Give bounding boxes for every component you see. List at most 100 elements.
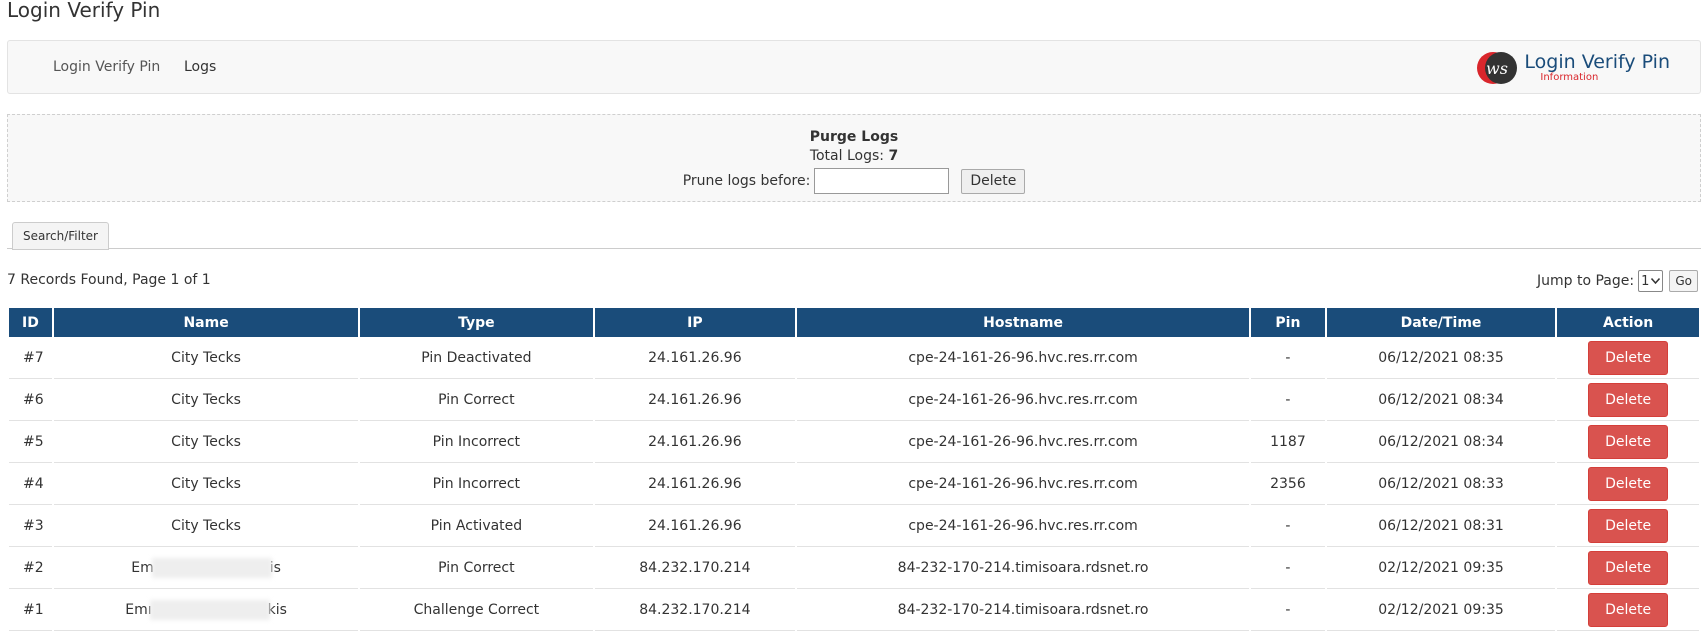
- column-header-datetime[interactable]: Date/Time: [1326, 308, 1556, 337]
- nav-item-logs[interactable]: Logs: [184, 59, 216, 75]
- table-row: #7 City Tecks Pin Deactivated 24.161.26.…: [9, 337, 1699, 379]
- cell-name: Em is: [53, 547, 359, 589]
- name-start: Emı: [125, 601, 152, 618]
- cell-name: City Tecks: [53, 337, 359, 379]
- cell-hostname: cpe-24-161-26-96.hvc.res.rr.com: [797, 337, 1249, 379]
- cell-ip: 24.161.26.96: [594, 505, 796, 547]
- cell-id: #5: [9, 421, 52, 463]
- column-header-ip[interactable]: IP: [594, 308, 796, 337]
- purge-logs-title: Purge Logs: [809, 129, 899, 145]
- delete-log-button[interactable]: Delete: [1588, 340, 1669, 375]
- cell-datetime: 02/12/2021 09:35: [1326, 589, 1556, 631]
- cell-action: Delete: [1557, 547, 1699, 589]
- cell-pin: -: [1251, 547, 1325, 589]
- cell-type: Pin Incorrect: [360, 463, 593, 505]
- total-logs: Total Logs: 7: [8, 146, 1700, 166]
- cell-pin: -: [1251, 589, 1325, 631]
- cell-id: #7: [9, 337, 52, 379]
- cell-hostname: 84-232-170-214.timisoara.rdsnet.ro: [797, 547, 1249, 589]
- delete-log-button[interactable]: Delete: [1588, 382, 1669, 417]
- redacted-name-blur: [149, 599, 270, 620]
- page-select-value: 1: [1641, 273, 1650, 289]
- delete-log-button[interactable]: Delete: [1588, 424, 1669, 459]
- column-header-id[interactable]: ID: [9, 308, 52, 337]
- cell-ip: 84.232.170.214: [594, 589, 796, 631]
- brand-logo-icon: ws: [1476, 47, 1518, 89]
- delete-log-button[interactable]: Delete: [1588, 592, 1669, 627]
- cell-id: #2: [9, 547, 52, 589]
- cell-type: Pin Incorrect: [360, 421, 593, 463]
- cell-datetime: 06/12/2021 08:33: [1326, 463, 1556, 505]
- cell-pin: 1187: [1251, 421, 1325, 463]
- cell-id: #1: [9, 589, 52, 631]
- cell-action: Delete: [1557, 337, 1699, 379]
- cell-action: Delete: [1557, 463, 1699, 505]
- cell-name: City Tecks: [53, 379, 359, 421]
- prune-label: Prune logs before:: [682, 173, 811, 189]
- cell-type: Pin Correct: [360, 547, 593, 589]
- tab-search-filter[interactable]: Search/Filter: [12, 222, 109, 250]
- cell-name: City Tecks: [53, 421, 359, 463]
- jump-to-page: Jump to Page: 1 Go: [1537, 270, 1698, 292]
- column-header-hostname[interactable]: Hostname: [797, 308, 1249, 337]
- total-logs-label: Total Logs:: [809, 148, 884, 164]
- cell-datetime: 02/12/2021 09:35: [1326, 547, 1556, 589]
- cell-datetime: 06/12/2021 08:34: [1326, 379, 1556, 421]
- brand-logo-text: ws: [1486, 59, 1508, 78]
- prune-date-input[interactable]: [814, 168, 950, 194]
- cell-action: Delete: [1557, 505, 1699, 547]
- cell-hostname: cpe-24-161-26-96.hvc.res.rr.com: [797, 505, 1249, 547]
- column-header-pin[interactable]: Pin: [1251, 308, 1325, 337]
- cell-id: #4: [9, 463, 52, 505]
- column-header-name[interactable]: Name: [53, 308, 359, 337]
- cell-id: #3: [9, 505, 52, 547]
- page-select[interactable]: 1: [1638, 270, 1664, 292]
- cell-type: Pin Correct: [360, 379, 593, 421]
- table-header-row: ID Name Type IP Hostname Pin Date/Time A…: [9, 308, 1699, 337]
- cell-datetime: 06/12/2021 08:35: [1326, 337, 1556, 379]
- nav-item-login-verify-pin[interactable]: Login Verify Pin: [53, 59, 160, 75]
- cell-pin: 2356: [1251, 463, 1325, 505]
- cell-type: Challenge Correct: [360, 589, 593, 631]
- redacted-name-blur: [151, 557, 272, 578]
- records-summary: 7 Records Found, Page 1 of 1: [7, 272, 211, 288]
- delete-log-button[interactable]: Delete: [1588, 550, 1669, 585]
- column-header-type[interactable]: Type: [360, 308, 593, 337]
- cell-ip: 24.161.26.96: [594, 421, 796, 463]
- tab-bar: Search/Filter: [7, 222, 1701, 250]
- cell-action: Delete: [1557, 589, 1699, 631]
- delete-log-button[interactable]: Delete: [1588, 466, 1669, 501]
- cell-datetime: 06/12/2021 08:34: [1326, 421, 1556, 463]
- navbar: Login Verify Pin Logs ws Login Verify Pi…: [7, 40, 1701, 94]
- cell-hostname: cpe-24-161-26-96.hvc.res.rr.com: [797, 421, 1249, 463]
- page-title: Login Verify Pin: [7, 0, 161, 22]
- cell-name: City Tecks: [53, 505, 359, 547]
- cell-type: Pin Deactivated: [360, 337, 593, 379]
- cell-name: City Tecks: [53, 463, 359, 505]
- cell-type: Pin Activated: [360, 505, 593, 547]
- go-button[interactable]: Go: [1669, 270, 1698, 292]
- delete-log-button[interactable]: Delete: [1588, 508, 1669, 543]
- table-row: #5 City Tecks Pin Incorrect 24.161.26.96…: [9, 421, 1699, 463]
- table-row: #4 City Tecks Pin Incorrect 24.161.26.96…: [9, 463, 1699, 505]
- name-start: Em: [131, 559, 154, 576]
- brand-subtitle: Information: [1540, 72, 1599, 83]
- purge-logs-panel: Purge Logs Total Logs: 7 Prune logs befo…: [7, 114, 1701, 202]
- logs-table: ID Name Type IP Hostname Pin Date/Time A…: [7, 308, 1701, 631]
- table-row: #1 Emı kis Challenge Correct 84.232.170.2…: [9, 589, 1699, 631]
- cell-datetime: 06/12/2021 08:31: [1326, 505, 1556, 547]
- purge-delete-button[interactable]: Delete: [961, 168, 1026, 194]
- cell-pin: -: [1251, 379, 1325, 421]
- cell-hostname: cpe-24-161-26-96.hvc.res.rr.com: [797, 379, 1249, 421]
- table-row: #6 City Tecks Pin Correct 24.161.26.96 c…: [9, 379, 1699, 421]
- total-logs-value: 7: [888, 148, 899, 164]
- cell-ip: 24.161.26.96: [594, 463, 796, 505]
- cell-action: Delete: [1557, 379, 1699, 421]
- brand: ws Login Verify Pin Information: [1476, 47, 1670, 89]
- cell-pin: -: [1251, 337, 1325, 379]
- column-header-action: Action: [1557, 308, 1699, 337]
- cell-ip: 24.161.26.96: [594, 379, 796, 421]
- cell-ip: 24.161.26.96: [594, 337, 796, 379]
- cell-name: Emı kis: [53, 589, 359, 631]
- cell-id: #6: [9, 379, 52, 421]
